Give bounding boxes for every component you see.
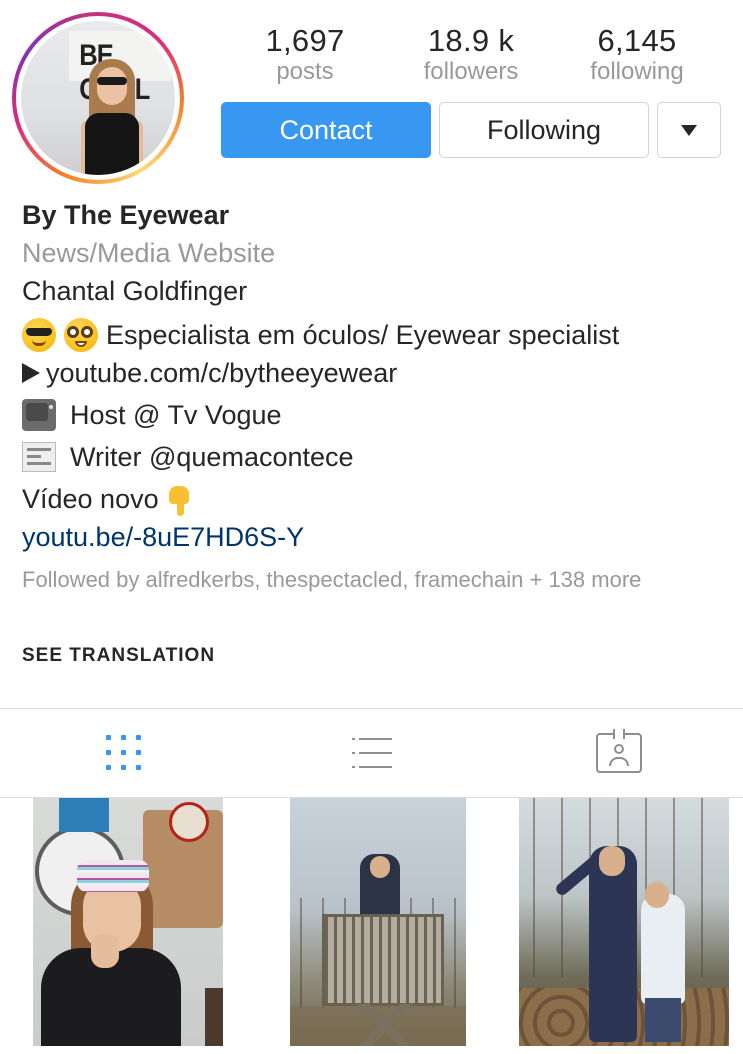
post-scene-sign xyxy=(59,798,109,832)
post-thumbnail[interactable] xyxy=(519,798,729,1046)
post-scene-woman xyxy=(641,894,685,1004)
avatar-border: BE COOL xyxy=(16,16,180,180)
tab-list[interactable] xyxy=(248,709,496,797)
avatar-photo: BE COOL xyxy=(21,21,175,175)
bio-writer-line: Writer @quemacontece xyxy=(22,438,722,476)
post-thumbnail[interactable] xyxy=(290,798,466,1046)
avatar-sunglasses xyxy=(97,77,127,85)
tagged-user-icon xyxy=(596,729,643,773)
bio-youtube-line: youtube.com/c/bytheeyewear xyxy=(22,354,722,392)
profile-actions: Contact Following xyxy=(221,102,721,158)
profile-name: By The Eyewear xyxy=(22,200,230,230)
suggestions-dropdown-button[interactable] xyxy=(657,102,721,158)
profile-category: News/Media Website xyxy=(22,238,276,268)
stat-posts[interactable]: 1,697 posts xyxy=(222,22,388,84)
bio-video-line: Vídeo novo xyxy=(22,480,722,518)
stat-followers-label: followers xyxy=(423,58,519,85)
stat-posts-count: 1,697 xyxy=(265,23,345,58)
nerd-face-icon xyxy=(64,318,98,352)
avatar-person-face xyxy=(97,67,127,105)
post-scene-hand xyxy=(91,934,119,968)
bio-host-text: Host @ Tv Vogue xyxy=(70,400,282,430)
bio-specialist-text: Especialista em óculos/ Eyewear speciali… xyxy=(106,320,620,350)
bio-real-name: Chantal Goldfinger xyxy=(22,276,248,306)
tab-tagged[interactable] xyxy=(495,709,743,797)
post-scene-head xyxy=(370,856,390,878)
post-scene-chair xyxy=(205,988,223,1046)
see-translation-button[interactable]: SEE TRANSLATION xyxy=(22,645,215,667)
post-scene-woman-head xyxy=(645,882,669,908)
stat-following-label: following xyxy=(590,58,684,85)
pointing-down-hand-icon xyxy=(165,482,193,516)
profile-avatar[interactable]: BE COOL xyxy=(12,12,184,184)
grid-icon xyxy=(105,735,142,771)
bio-video-text: Vídeo novo xyxy=(22,484,159,514)
post-scene-cage xyxy=(322,914,444,1006)
post-scene-man-head xyxy=(599,846,625,876)
stat-following[interactable]: 6,145 following xyxy=(554,22,720,84)
television-icon xyxy=(22,399,56,431)
followed-by-text[interactable]: Followed by alfredkerbs, thespectacled, … xyxy=(22,566,722,594)
post-scene-stand xyxy=(330,1004,440,1046)
post-scene-stacked-glasses xyxy=(77,860,149,892)
bio-website-link[interactable]: youtu.be/-8uE7HD6S-Y xyxy=(22,518,722,556)
bio-host-line: Host @ Tv Vogue xyxy=(22,396,722,434)
post-scene-woman-legs xyxy=(645,998,681,1042)
stat-posts-label: posts xyxy=(276,58,334,85)
bio-writer-text: Writer @quemacontece xyxy=(70,442,354,472)
list-icon xyxy=(351,735,392,771)
chevron-down-icon xyxy=(681,124,697,136)
profile-tab-bar xyxy=(0,708,743,798)
sunglasses-face-icon xyxy=(22,318,56,352)
profile-stats: 1,697 posts 18.9 k followers 6,145 follo… xyxy=(222,22,722,84)
avatar-person-body xyxy=(85,113,139,175)
stat-followers[interactable]: 18.9 k followers xyxy=(388,22,554,84)
post-scene-logo xyxy=(169,802,209,842)
bio-youtube-text: youtube.com/c/bytheeyewear xyxy=(46,358,398,388)
stat-followers-count: 18.9 k xyxy=(427,23,515,58)
following-button[interactable]: Following xyxy=(439,102,649,158)
post-thumbnail[interactable] xyxy=(33,798,223,1046)
tab-grid[interactable] xyxy=(0,709,248,797)
profile-bio: By The Eyewear News/Media Website Chanta… xyxy=(22,196,722,556)
bio-specialist-line: Especialista em óculos/ Eyewear speciali… xyxy=(22,316,722,354)
play-icon xyxy=(22,362,40,383)
newspaper-icon xyxy=(22,442,56,472)
contact-button[interactable]: Contact xyxy=(221,102,431,158)
stat-following-count: 6,145 xyxy=(597,23,677,58)
